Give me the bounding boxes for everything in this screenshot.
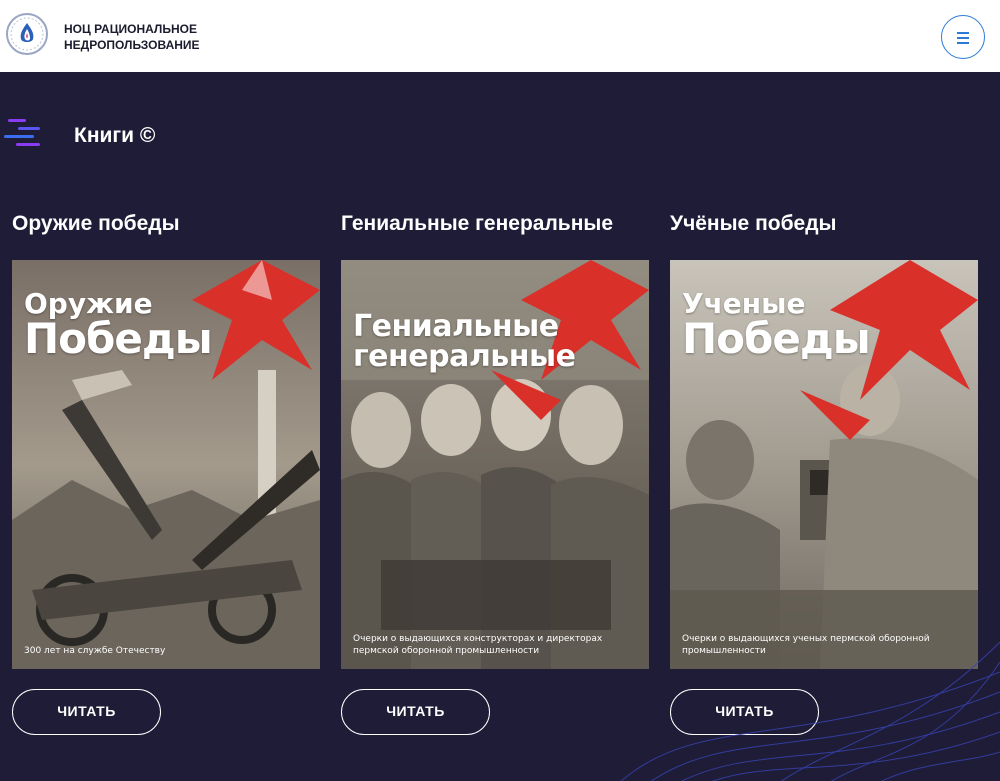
hamburger-icon-line: [957, 37, 969, 39]
read-button[interactable]: ЧИТАТЬ: [341, 689, 490, 735]
drop-emblem-icon[interactable]: [6, 13, 48, 55]
cover-title: Оружие Победы: [24, 290, 213, 363]
menu-button[interactable]: [941, 15, 985, 59]
section-title: Книги ©: [74, 124, 156, 147]
book-cover[interactable]: Гениальные генеральные Очерки о выдающих…: [341, 260, 649, 669]
org-name[interactable]: НОЦ РАЦИОНАЛЬНОЕ НЕДРОПОЛЬЗОВАНИЕ: [64, 21, 284, 53]
read-button[interactable]: ЧИТАТЬ: [12, 689, 161, 735]
cover-title: Ученые Победы: [682, 290, 871, 363]
site-header: НОЦ РАЦИОНАЛЬНОЕ НЕДРОПОЛЬЗОВАНИЕ: [0, 0, 1000, 72]
lines-icon: [4, 116, 44, 156]
book-title[interactable]: Гениальные генеральные: [341, 212, 613, 236]
cover-title-line2: Победы: [682, 314, 871, 363]
org-name-line2: НЕДРОПОЛЬЗОВАНИЕ: [64, 38, 200, 52]
book-title[interactable]: Учёные победы: [670, 212, 837, 236]
decorative-contour-lines: [620, 641, 1000, 781]
org-name-line1: НОЦ РАЦИОНАЛЬНОЕ: [64, 22, 197, 36]
book-title[interactable]: Оружие победы: [12, 212, 180, 236]
cover-title-line1: Гениальные: [353, 309, 559, 344]
cover-subtitle: 300 лет на службе Отечеству: [24, 646, 166, 656]
hamburger-icon-line: [957, 42, 969, 44]
cover-title-line2: генеральные: [353, 339, 576, 374]
cover-title-line2: Победы: [24, 314, 213, 363]
cover-title: Гениальные генеральные: [353, 309, 576, 374]
book-cover[interactable]: Ученые Победы Очерки о выдающихся ученых…: [670, 260, 978, 669]
hamburger-icon: [957, 32, 969, 34]
book-cover[interactable]: Оружие Победы 300 лет на службе Отечеств…: [12, 260, 320, 669]
books-section: Книги © Оружие победы Оружие Победы 300 …: [0, 72, 1000, 781]
